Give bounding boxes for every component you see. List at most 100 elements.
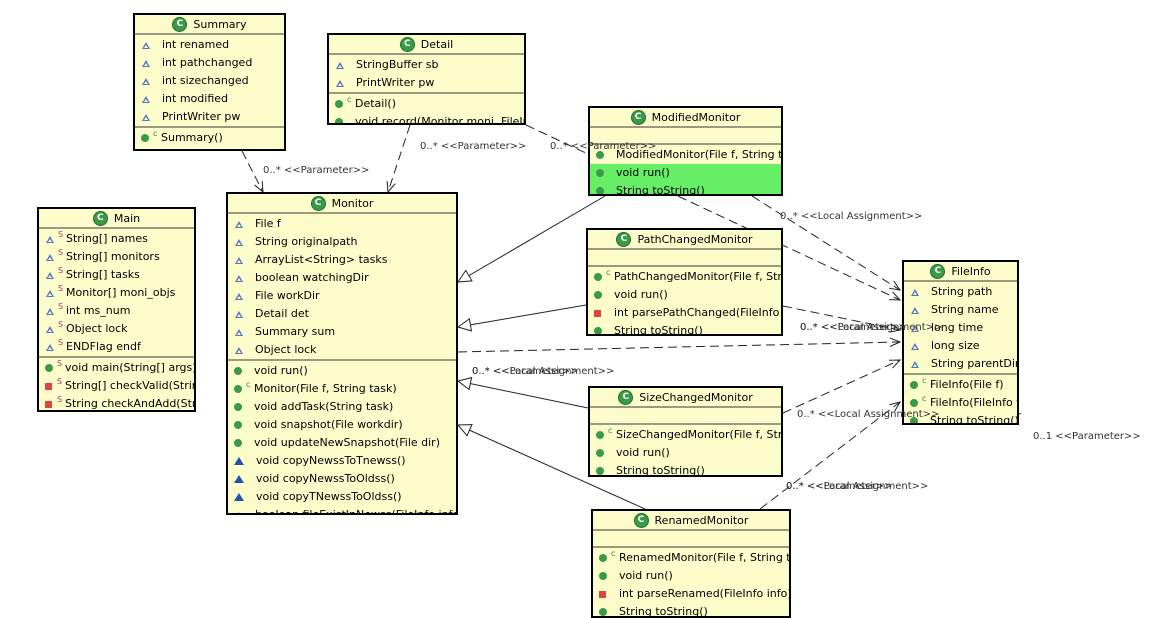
member-text: void snapshot(File workdir) — [254, 418, 403, 431]
method-row[interactable]: int parseRenamed(FileInfo info) — [593, 585, 789, 603]
attribute-row[interactable]: int pathchanged — [135, 54, 284, 72]
methods-section: cSummary()void record(Monitor moni) — [135, 128, 284, 149]
method-row[interactable]: SString[] checkValid(Strin... — [39, 377, 194, 395]
package-visibility-icon — [46, 253, 54, 261]
member-text: void run() — [616, 166, 670, 179]
package-visibility-icon — [46, 271, 54, 279]
attribute-row[interactable]: String path — [904, 283, 1017, 301]
method-row[interactable]: Svoid main(String[] args) — [39, 359, 194, 377]
class-monitor[interactable]: C Monitor File f String originalpath ArrayLi… — [226, 192, 458, 515]
attribute-row[interactable]: File f — [228, 215, 456, 233]
member-text: SizeChangedMonitor(File f, Stri... — [616, 428, 781, 441]
method-row[interactable]: void record(Monitor moni, FileInf... — [329, 113, 524, 123]
method-row[interactable]: c FileInfo(File f) — [904, 376, 1017, 394]
method-row[interactable]: c Summary() — [135, 129, 284, 147]
method-row[interactable]: c Monitor(File f, String task) — [228, 380, 456, 398]
edge-sizechanged-monitor[interactable] — [457, 380, 589, 409]
attribute-row[interactable]: Sint ms_num — [39, 302, 194, 320]
method-row[interactable]: String toString() — [590, 462, 781, 475]
package-visibility-icon — [235, 328, 243, 336]
member-text: void copyNewssToTnewss() — [256, 454, 406, 467]
attribute-row[interactable]: String originalpath — [228, 233, 456, 251]
attribute-row[interactable]: S String[] tasks — [39, 266, 194, 284]
attribute-row[interactable]: File workDir — [228, 287, 456, 305]
attribute-row[interactable]: int modified — [135, 90, 284, 108]
method-row[interactable]: void run() — [228, 362, 456, 380]
static-marker-icon: S — [58, 284, 64, 293]
method-row[interactable]: cRenamedMonitor(File f, String task) — [593, 549, 789, 567]
class-main[interactable]: C Main S String[] names S String[] monitors S S… — [37, 207, 196, 412]
attribute-row[interactable]: String parentDir — [904, 355, 1017, 373]
member-text: File f — [255, 217, 281, 230]
member-text: Detail det — [255, 307, 309, 320]
member-text: void updateNewSnapshot(File dir) — [254, 436, 440, 449]
method-row[interactable]: boolean fileExistInNewss(FileInfo info) — [228, 506, 456, 513]
edge-label: 0..1 <<Parameter>> — [1033, 431, 1141, 442]
class-sizechanged[interactable]: C SizeChangedMonitor c SizeChangedMonitor(F… — [588, 386, 783, 477]
member-text: ENDFlag endf — [66, 340, 141, 353]
member-text: Object lock — [255, 343, 317, 356]
edge-summary-monitor[interactable] — [241, 150, 264, 193]
attribute-row[interactable]: S ENDFlag endf — [39, 338, 194, 356]
method-row[interactable]: String toString() — [590, 182, 781, 194]
method-row[interactable]: SString checkAndAdd(Stri... — [39, 395, 194, 410]
member-text: int sizechanged — [162, 74, 249, 87]
edge-label: 0..* <<Local Assignment>> — [780, 211, 923, 222]
method-row[interactable]: void run() — [590, 164, 781, 182]
attribute-row[interactable]: Detail det — [228, 305, 456, 323]
methods-section: c SizeChangedMonitor(File f, Stri... void … — [590, 425, 781, 475]
attribute-row[interactable]: S Object lock — [39, 320, 194, 338]
package-visibility-icon — [235, 310, 243, 318]
attribute-row[interactable]: Object lock — [228, 341, 456, 359]
attribute-row[interactable]: String name — [904, 301, 1017, 319]
member-text: String originalpath — [255, 235, 358, 248]
attribute-row[interactable]: PrintWriter pw — [329, 74, 524, 92]
attribute-row[interactable]: S String[] names — [39, 230, 194, 248]
method-row[interactable]: void run() — [593, 567, 789, 585]
attribute-row[interactable]: Summary sum — [228, 323, 456, 341]
class-summary[interactable]: C Summary int renamed int pathchanged int si… — [133, 13, 286, 151]
attribute-row[interactable]: PrintWriter pw — [135, 108, 284, 126]
attribute-row[interactable]: int sizechanged — [135, 72, 284, 90]
method-row[interactable]: void copyTNewssToOldss() — [228, 488, 456, 506]
method-row[interactable]: c SizeChangedMonitor(File f, Stri... — [590, 426, 781, 444]
method-row[interactable]: String toString() — [593, 603, 789, 616]
method-row[interactable]: void addTask(String task) — [228, 398, 456, 416]
method-row[interactable]: c Detail() — [329, 95, 524, 113]
method-row[interactable]: c PathChangedMonitor(File f, Stri... — [588, 268, 781, 286]
edge-sizechanged-fileinfo[interactable] — [782, 359, 901, 414]
method-row[interactable]: void copyNewssToTnewss() — [228, 452, 456, 470]
public-visibility-icon — [599, 608, 607, 616]
attribute-row[interactable]: boolean watchingDir — [228, 269, 456, 287]
class-icon: C — [630, 109, 646, 125]
edge-pathchanged-monitor[interactable] — [457, 304, 587, 328]
method-row[interactable]: void record(Monitor moni) — [135, 147, 284, 149]
class-header: C FileInfo — [904, 262, 1017, 282]
class-renamed[interactable]: C RenamedMonitor c RenamedMonitor(File f, S… — [591, 509, 791, 618]
method-row[interactable]: void snapshot(File workdir) — [228, 416, 456, 434]
methods-section: Svoid main(String[] args) S String[] check… — [39, 358, 194, 410]
method-row[interactable]: void run() — [588, 286, 781, 304]
method-row[interactable]: void updateNewSnapshot(File dir) — [228, 434, 456, 452]
class-detail[interactable]: C Detail StringBuffer sb PrintWriter pw c Det… — [327, 33, 526, 125]
method-row[interactable]: int parsePathChanged(FileInfo i... — [588, 304, 781, 322]
attribute-row[interactable]: ArrayList<String> tasks — [228, 251, 456, 269]
method-row[interactable]: String toString() — [588, 322, 781, 334]
attribute-row[interactable]: StringBuffer sb — [329, 56, 524, 74]
attribute-row[interactable]: S Monitor[] moni_objs — [39, 284, 194, 302]
attribute-row[interactable]: long size — [904, 337, 1017, 355]
method-row[interactable]: void copyNewssToOldss() — [228, 470, 456, 488]
edge-monitor-fileinfo[interactable] — [457, 341, 901, 353]
public-visibility-icon — [594, 273, 602, 281]
edge-detail-monitor[interactable] — [387, 124, 411, 193]
class-fileinfo[interactable]: C FileInfo String path String name long time… — [902, 260, 1019, 425]
edge-modified-monitor[interactable] — [457, 195, 606, 283]
class-header: C ModifiedMonitor — [590, 108, 781, 128]
class-pathchanged[interactable]: C PathChangedMonitor c PathChangedMonitor(F… — [586, 228, 783, 336]
method-row[interactable]: void run() — [590, 444, 781, 462]
attribute-row[interactable]: S String[] monitors — [39, 248, 194, 266]
package-visibility-icon — [235, 220, 243, 228]
class-name: SizeChangedMonitor — [639, 390, 753, 404]
public-visibility-icon — [596, 449, 604, 457]
attribute-row[interactable]: int renamed — [135, 36, 284, 54]
